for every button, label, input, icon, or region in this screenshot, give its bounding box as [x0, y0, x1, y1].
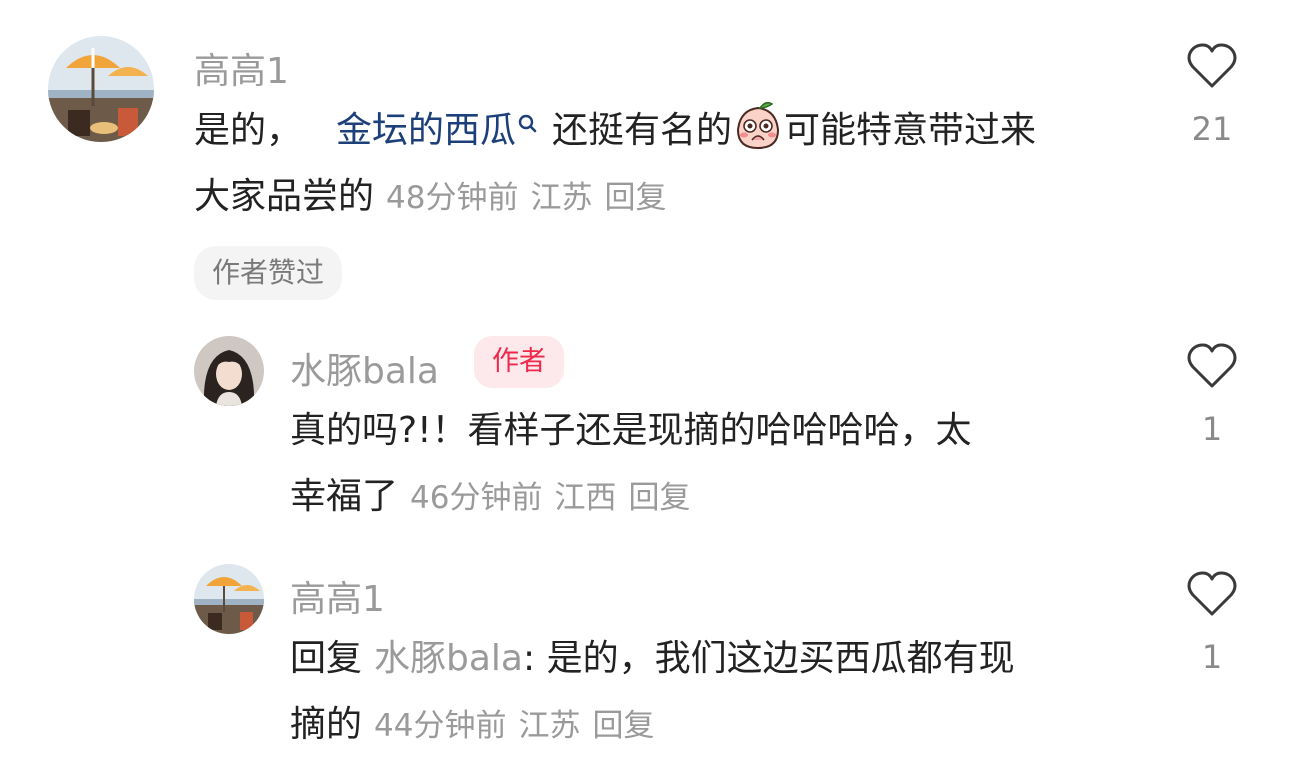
comment-text-line1: : 是的，我们这边买西瓜都有现	[523, 638, 1015, 679]
heart-outline-icon[interactable]	[1186, 570, 1238, 618]
comment-text: 回复 水豚bala: 是的，我们这边买西瓜都有现 摘的 44分钟前 江苏 回复	[290, 626, 1150, 759]
comment-text-line2: 摘的	[290, 704, 363, 745]
username[interactable]: 高高1	[290, 570, 385, 622]
timestamp: 44分钟前	[374, 708, 507, 744]
avatar[interactable]	[194, 564, 264, 634]
comment-3: 高高1 回复 水豚bala: 是的，我们这边买西瓜都有现 摘的 44分钟前 江苏 回复 …	[0, 0, 1290, 745]
reply-prefix: 回复	[290, 638, 363, 679]
reply-button[interactable]: 回复	[592, 708, 654, 744]
comment-meta: 44分钟前 江苏 回复	[374, 708, 666, 744]
like-count: 1	[1201, 638, 1223, 676]
reply-target-username[interactable]: 水豚bala	[374, 638, 523, 679]
location: 江苏	[518, 708, 581, 744]
